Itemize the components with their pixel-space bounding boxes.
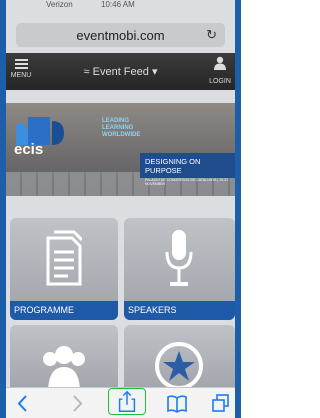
phone-screen: Verizon 10:46 AM eventmobi.com ↻ MENU ≈ … xyxy=(6,0,235,418)
banner-subtitle: PALACIO DE CONGRESOS DE CATALUNYA | 19-2… xyxy=(145,178,229,186)
people-icon xyxy=(43,346,85,393)
tagline-line: WORLDWIDE xyxy=(102,132,141,138)
speakers-label: SPEAKERS xyxy=(124,301,235,320)
tagline-line: LEADING xyxy=(102,118,129,124)
speakers-tile[interactable]: SPEAKERS xyxy=(124,218,235,320)
url-text: eventmobi.com xyxy=(76,28,165,43)
attendees-tile[interactable] xyxy=(10,325,118,395)
reload-icon[interactable]: ↻ xyxy=(206,27,217,43)
status-bar: Verizon 10:46 AM xyxy=(6,0,235,12)
award-icon xyxy=(155,342,203,390)
programme-label: PROGRAMME xyxy=(10,301,118,320)
document-icon xyxy=(46,230,82,286)
back-icon[interactable] xyxy=(14,388,32,418)
forward-icon[interactable] xyxy=(68,388,86,418)
chevron-down-icon: ▾ xyxy=(151,66,158,78)
browser-toolbar xyxy=(6,387,235,418)
awards-tile[interactable] xyxy=(124,325,235,395)
banner-title: DESIGNING ON PURPOSE xyxy=(145,157,201,175)
ecis-logo-text: ecis xyxy=(14,141,44,158)
app-header: MENU ≈ Event Feed ▾ LOGIN xyxy=(6,53,235,90)
tabs-icon[interactable] xyxy=(211,388,231,418)
user-icon xyxy=(214,56,226,70)
banner-title-box: DESIGNING ON PURPOSE PALACIO DE CONGRESO… xyxy=(140,153,235,186)
conference-banner[interactable]: ecis LEADING LEARNING WORLDWIDE DESIGNIN… xyxy=(6,103,235,196)
programme-tile[interactable]: PROGRAMME xyxy=(10,218,118,320)
carrier-label: Verizon xyxy=(46,0,73,9)
address-bar[interactable]: eventmobi.com ↻ xyxy=(16,23,225,47)
rss-icon: ≈ xyxy=(83,66,90,78)
login-label: LOGIN xyxy=(209,78,231,85)
event-feed-dropdown[interactable]: ≈ Event Feed ▾ xyxy=(6,65,235,78)
microphone-icon xyxy=(165,230,193,286)
status-time: 10:46 AM xyxy=(101,0,135,9)
tagline-line: LEARNING xyxy=(102,125,134,131)
event-feed-label: Event Feed xyxy=(92,66,149,78)
login-button[interactable]: LOGIN xyxy=(207,56,233,88)
device-frame: Verizon 10:46 AM eventmobi.com ↻ MENU ≈ … xyxy=(0,0,241,418)
share-icon[interactable] xyxy=(108,388,146,415)
banner-tagline: LEADING LEARNING WORLDWIDE xyxy=(102,118,140,139)
bookmarks-icon[interactable] xyxy=(166,388,188,418)
